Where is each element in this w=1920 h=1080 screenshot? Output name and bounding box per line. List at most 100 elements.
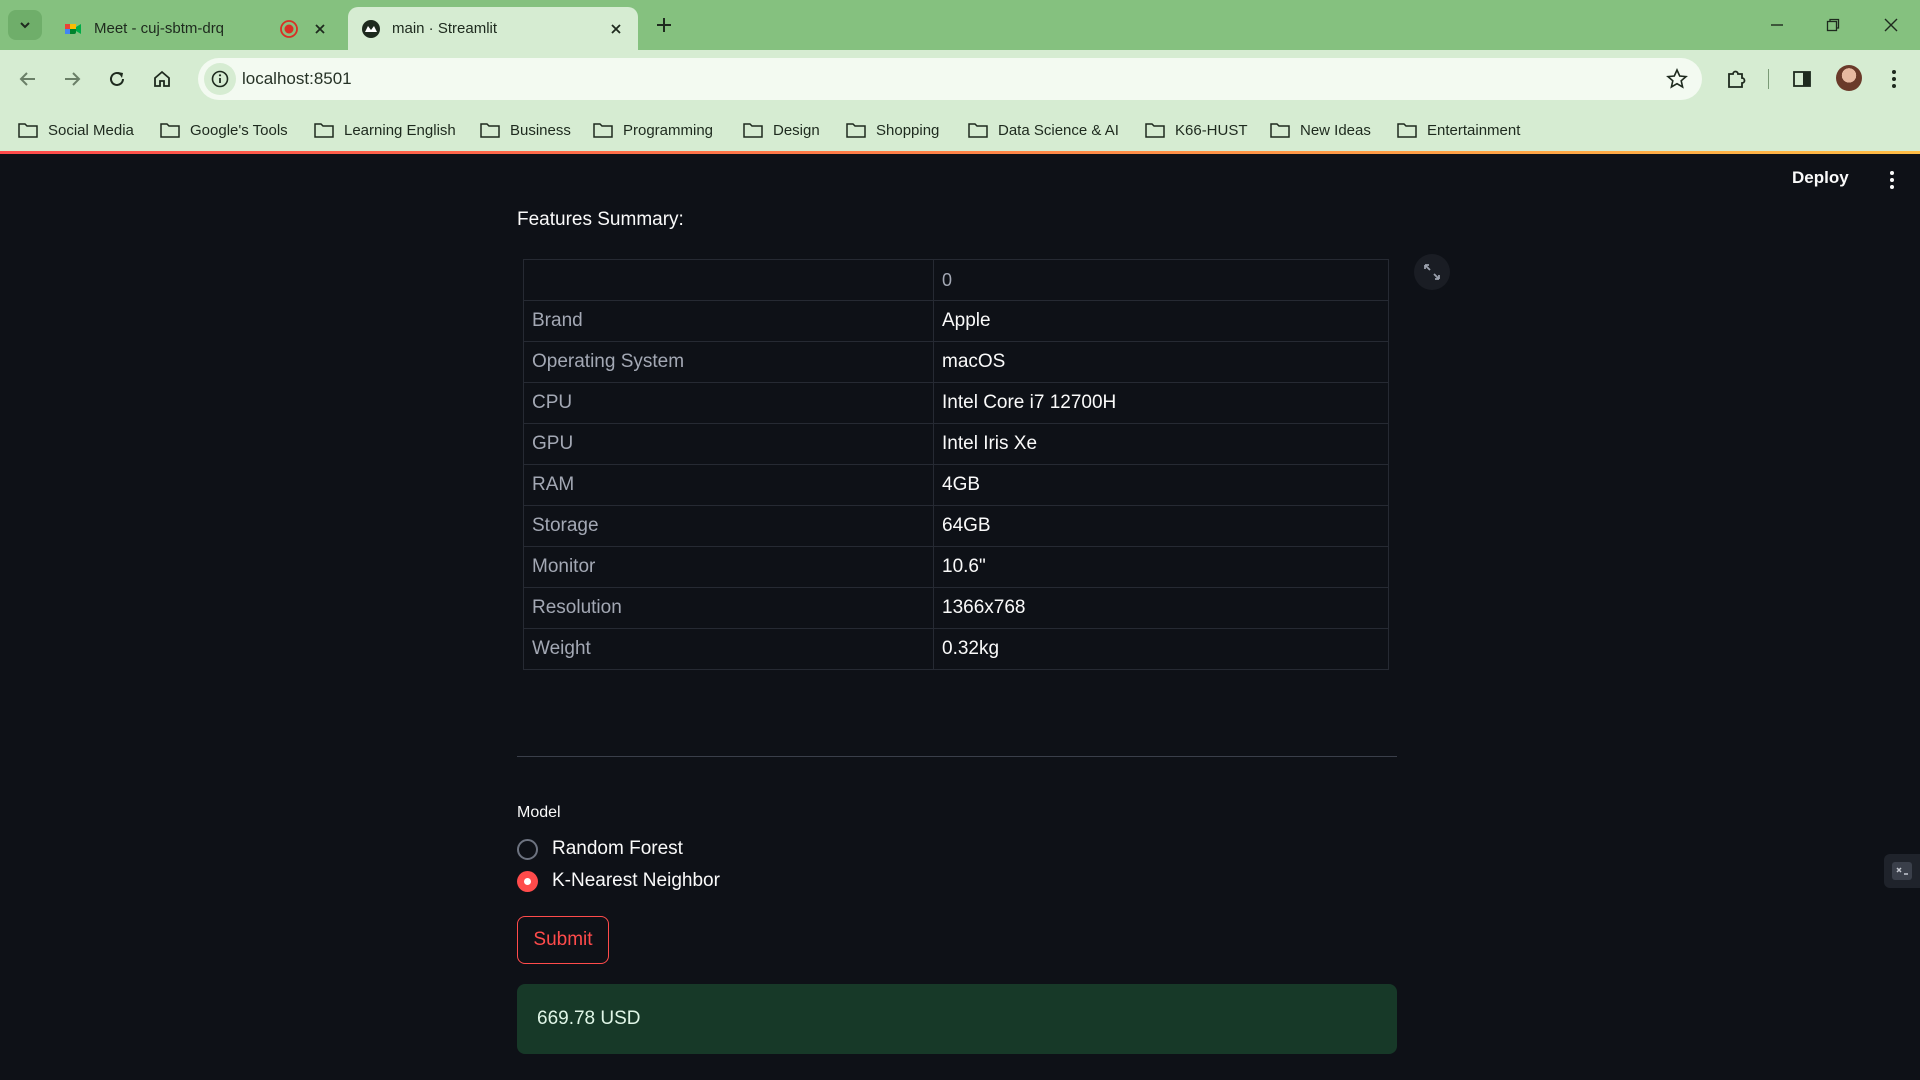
table-row: GPU Intel Iris Xe <box>523 423 1389 465</box>
row-label: Monitor <box>523 546 934 588</box>
row-label: Storage <box>523 505 934 547</box>
bookmark-business[interactable]: Business <box>480 118 571 142</box>
bookmark-social-media[interactable]: Social Media <box>18 118 134 142</box>
arrow-left-icon <box>19 72 35 86</box>
radio-random-forest[interactable]: Random Forest <box>517 835 683 863</box>
radio-label: K-Nearest Neighbor <box>552 870 720 891</box>
bookmark-shopping[interactable]: Shopping <box>846 118 939 142</box>
row-value: 10.6" <box>933 546 1389 588</box>
address-bar[interactable]: localhost:8501 <box>198 58 1702 100</box>
bookmark-data-science-ai[interactable]: Data Science & AI <box>968 118 1119 142</box>
table-corner-cell <box>523 259 934 301</box>
table-header-row: 0 <box>523 259 1389 301</box>
tab-search-button[interactable] <box>8 10 42 40</box>
side-widget-button[interactable] <box>1884 854 1920 888</box>
home-icon <box>154 70 170 87</box>
side-panel-icon <box>1793 71 1811 87</box>
tab-strip: Meet - cuj-sbtm-drq main · Streamlit <box>0 0 1920 50</box>
toolbar-separator <box>1768 69 1769 89</box>
column-header[interactable]: 0 <box>933 259 1389 301</box>
tab-streamlit[interactable]: main · Streamlit <box>348 7 638 50</box>
minimize-button[interactable] <box>1762 10 1792 40</box>
streamlit-icon <box>362 19 380 38</box>
bookmark-entertainment[interactable]: Entertainment <box>1397 118 1520 142</box>
browser-toolbar: localhost:8501 <box>0 50 1920 108</box>
bookmark-k66-hust[interactable]: K66-HUST <box>1145 118 1248 142</box>
kebab-icon <box>1892 70 1896 88</box>
bookmark-programming[interactable]: Programming <box>593 118 713 142</box>
close-icon <box>611 23 621 34</box>
folder-icon <box>1145 123 1165 138</box>
tab-title: main · Streamlit <box>392 20 498 37</box>
bookmark-googles-tools[interactable]: Google's Tools <box>160 118 288 142</box>
fullscreen-button[interactable] <box>1414 254 1450 290</box>
row-label: Weight <box>523 628 934 670</box>
url-text[interactable]: localhost:8501 <box>242 69 352 89</box>
folder-icon <box>593 123 613 138</box>
table-row: Storage 64GB <box>523 505 1389 547</box>
plus-icon <box>657 18 671 32</box>
radio-k-nearest-neighbor[interactable]: K-Nearest Neighbor <box>517 867 720 895</box>
row-value: macOS <box>933 341 1389 383</box>
table-row: Operating System macOS <box>523 341 1389 383</box>
row-value: 0.32kg <box>933 628 1389 670</box>
table-row: Monitor 10.6" <box>523 546 1389 588</box>
features-table: 0 Brand Apple Operating System macOS CPU… <box>523 259 1389 670</box>
reload-button[interactable] <box>101 63 133 95</box>
restore-icon <box>1826 18 1840 32</box>
folder-icon <box>160 123 180 138</box>
home-button[interactable] <box>146 63 178 95</box>
recording-icon <box>280 19 298 38</box>
forward-button[interactable] <box>56 63 88 95</box>
features-summary-label: Features Summary: <box>517 209 684 230</box>
expand-icon <box>1424 264 1440 280</box>
tab-meet[interactable]: Meet - cuj-sbtm-drq <box>50 7 342 50</box>
folder-icon <box>314 123 334 138</box>
submit-button[interactable]: Submit <box>517 916 609 964</box>
table-row: Weight 0.32kg <box>523 628 1389 670</box>
deploy-button[interactable]: Deploy <box>1792 168 1849 188</box>
streamlit-app: Deploy Features Summary: 0 Brand Apple O… <box>0 154 1920 1080</box>
back-button[interactable] <box>12 63 44 95</box>
reload-icon <box>110 71 124 86</box>
info-icon <box>211 70 229 88</box>
close-icon <box>315 23 325 34</box>
table-row: CPU Intel Core i7 12700H <box>523 382 1389 424</box>
table-row: Resolution 1366x768 <box>523 587 1389 629</box>
extensions-button[interactable] <box>1720 63 1752 95</box>
bookmark-design[interactable]: Design <box>743 118 820 142</box>
star-icon[interactable] <box>1666 68 1688 90</box>
tab-title: Meet - cuj-sbtm-drq <box>94 20 225 37</box>
app-menu-button[interactable] <box>1880 166 1904 194</box>
bookmark-new-ideas[interactable]: New Ideas <box>1270 118 1371 142</box>
table-row: Brand Apple <box>523 300 1389 342</box>
row-label: Brand <box>523 300 934 342</box>
close-tab-button[interactable] <box>312 21 328 37</box>
folder-icon <box>968 123 988 138</box>
site-info-button[interactable] <box>204 63 236 95</box>
side-panel-button[interactable] <box>1786 63 1818 95</box>
bookmarks-bar: Social Media Google's Tools Learning Eng… <box>0 108 1920 152</box>
row-value: 64GB <box>933 505 1389 547</box>
close-window-button[interactable] <box>1876 10 1906 40</box>
chrome-menu-button[interactable] <box>1878 63 1910 95</box>
radio-selected-icon <box>517 870 538 892</box>
folder-icon <box>1270 123 1290 138</box>
close-tab-button[interactable] <box>608 21 624 37</box>
folder-icon <box>743 123 763 138</box>
chevron-down-icon <box>20 22 30 29</box>
row-label: Resolution <box>523 587 934 629</box>
prediction-result-box: 669.78 USD <box>517 984 1397 1054</box>
bookmark-learning-english[interactable]: Learning English <box>314 118 456 142</box>
row-label: Operating System <box>523 341 934 383</box>
minimize-icon <box>1771 24 1783 26</box>
arrow-right-icon <box>65 72 81 86</box>
row-value: Intel Iris Xe <box>933 423 1389 465</box>
restore-button[interactable] <box>1818 10 1848 40</box>
row-label: CPU <box>523 382 934 424</box>
row-label: GPU <box>523 423 934 465</box>
widget-icon <box>1892 862 1912 880</box>
profile-avatar[interactable] <box>1836 65 1862 91</box>
folder-icon <box>480 123 500 138</box>
new-tab-button[interactable] <box>652 13 676 37</box>
